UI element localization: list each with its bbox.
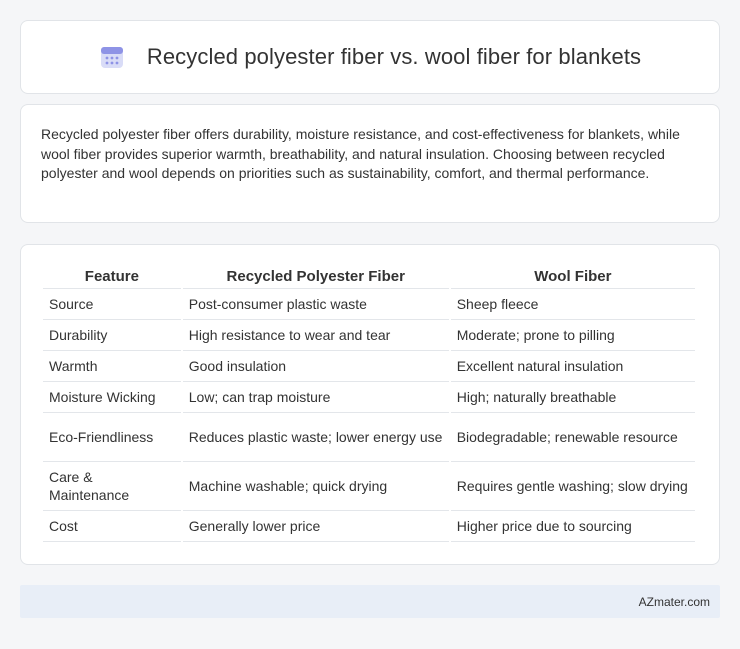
table-header-row: Feature Recycled Polyester Fiber Wool Fi… (43, 263, 695, 289)
header-recycled-polyester: Recycled Polyester Fiber (182, 263, 449, 289)
footer-bar: AZmater.com (20, 585, 720, 618)
table-cell: Reduces plastic waste; lower energy use (182, 413, 449, 462)
table-row: Source Post-consumer plastic waste Sheep… (43, 289, 695, 320)
table-cell: Care & Maintenance (43, 462, 181, 511)
table-row: Cost Generally lower price Higher price … (43, 511, 695, 542)
header-feature: Feature (43, 263, 181, 289)
header-wool: Wool Fiber (450, 263, 695, 289)
summary-card: Recycled polyester fiber offers durabili… (20, 104, 720, 223)
table-cell: Cost (43, 511, 181, 542)
table-cell: Durability (43, 320, 181, 351)
summary-text: Recycled polyester fiber offers durabili… (41, 126, 680, 181)
page-title: Recycled polyester fiber vs. wool fiber … (146, 44, 642, 69)
table-cell: Moisture Wicking (43, 382, 181, 413)
table-cell: Machine washable; quick drying (182, 462, 449, 511)
table-row: Care & Maintenance Machine washable; qui… (43, 462, 695, 511)
table-row: Warmth Good insulation Excellent natural… (43, 351, 695, 382)
comparison-table-card: Feature Recycled Polyester Fiber Wool Fi… (20, 244, 720, 565)
table-cell: Excellent natural insulation (450, 351, 695, 382)
table-cell: Warmth (43, 351, 181, 382)
table-cell: Generally lower price (182, 511, 449, 542)
table-cell: Eco-Friendliness (43, 413, 181, 462)
table-cell: Requires gentle washing; slow drying (450, 462, 695, 511)
comparison-table: Feature Recycled Polyester Fiber Wool Fi… (41, 263, 697, 542)
calendar-icon (99, 44, 125, 70)
table-cell: Post-consumer plastic waste (182, 289, 449, 320)
table-row: Moisture Wicking Low; can trap moisture … (43, 382, 695, 413)
table-row: Durability High resistance to wear and t… (43, 320, 695, 351)
table-cell: Higher price due to sourcing (450, 511, 695, 542)
title-card: Recycled polyester fiber vs. wool fiber … (20, 20, 720, 94)
footer-site-label: AZmater.com (638, 594, 710, 609)
table-cell: Sheep fleece (450, 289, 695, 320)
table-cell: High resistance to wear and tear (182, 320, 449, 351)
title-wrap: Recycled polyester fiber vs. wool fiber … (99, 44, 641, 70)
table-cell: Source (43, 289, 181, 320)
table-row: Eco-Friendliness Reduces plastic waste; … (43, 413, 695, 462)
table-cell: Moderate; prone to pilling (450, 320, 695, 351)
table-cell: Good insulation (182, 351, 449, 382)
table-cell: High; naturally breathable (450, 382, 695, 413)
table-cell: Low; can trap moisture (182, 382, 449, 413)
table-cell: Biodegradable; renewable resource (450, 413, 695, 462)
